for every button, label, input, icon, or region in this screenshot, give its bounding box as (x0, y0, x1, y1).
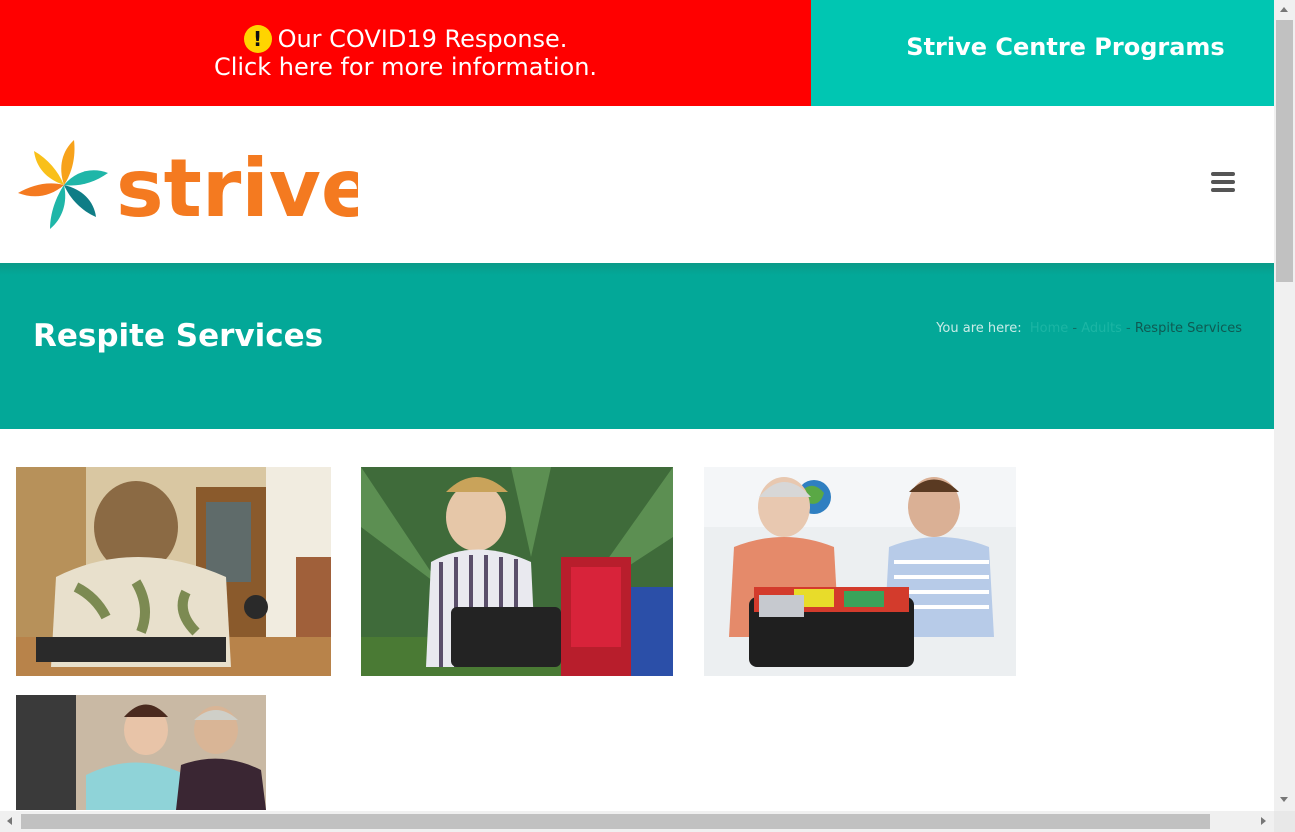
hamburger-menu-icon[interactable] (1211, 172, 1235, 192)
covid-line-2: Click here for more information. (213, 53, 598, 81)
woman-in-wheelchair-photo[interactable] (16, 467, 331, 676)
covid-line-1: Our COVID19 Response. (277, 25, 568, 53)
scrollbar-corner (1274, 811, 1295, 832)
carer-with-patient-photo[interactable] (16, 695, 266, 810)
exclamation-icon: ! (243, 25, 272, 53)
programs-label: Strive Centre Programs (906, 33, 1225, 61)
strive-centre-programs-link[interactable]: Strive Centre Programs (811, 0, 1274, 106)
young-man-with-suitcase-photo[interactable] (361, 467, 673, 676)
covid-response-banner[interactable]: ! Our COVID19 Response. Click here for mo… (0, 0, 811, 106)
breadcrumb-separator: - (1072, 321, 1078, 336)
breadcrumb-home-link[interactable]: Home (1030, 321, 1068, 336)
scroll-down-arrow-icon[interactable] (1280, 797, 1288, 802)
page-title: Respite Services (33, 318, 324, 354)
horizontal-scrollbar[interactable] (0, 811, 1274, 832)
scroll-left-arrow-icon[interactable] (7, 817, 12, 825)
breadcrumb-prefix: You are here: (936, 321, 1022, 336)
breadcrumb-separator: - (1126, 321, 1131, 336)
scroll-up-arrow-icon[interactable] (1280, 7, 1288, 12)
breadcrumb-current: Respite Services (1134, 321, 1242, 336)
horizontal-scroll-thumb[interactable] (21, 814, 1210, 829)
scroll-right-arrow-icon[interactable] (1261, 817, 1266, 825)
couple-packing-suitcase-photo[interactable] (704, 467, 1016, 676)
vertical-scrollbar[interactable] (1274, 0, 1295, 811)
site-header: strive (0, 106, 1274, 263)
svg-text:strive: strive (116, 142, 358, 234)
page-title-band: Respite Services You are here: Home - Ad… (0, 263, 1274, 429)
breadcrumb-adults-link[interactable]: Adults (1081, 321, 1122, 336)
vertical-scroll-thumb[interactable] (1276, 20, 1293, 282)
pinwheel-icon (18, 140, 108, 229)
breadcrumb: You are here: Home - Adults - Respite Se… (936, 321, 1242, 336)
strive-logo[interactable]: strive (18, 136, 358, 234)
